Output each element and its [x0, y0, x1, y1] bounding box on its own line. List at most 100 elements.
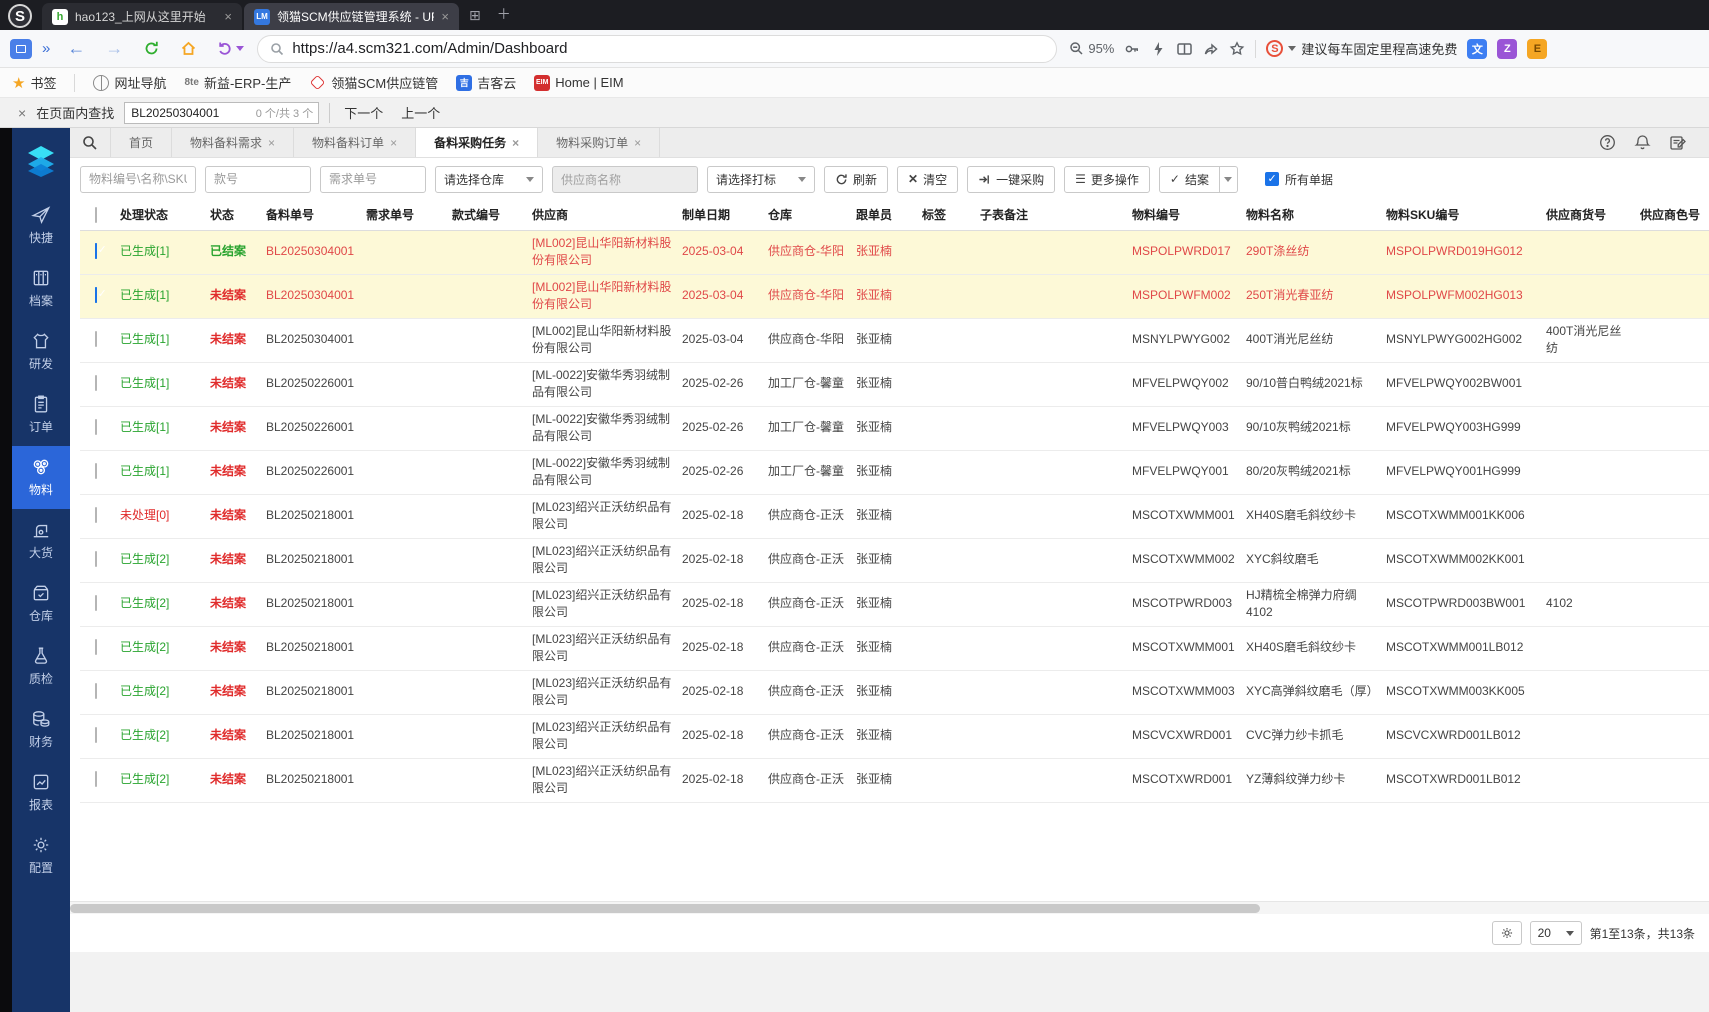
sidebar-item-zhijian[interactable]: 质检 — [12, 635, 70, 698]
row-checkbox[interactable] — [95, 243, 97, 260]
eim-extension-icon[interactable]: E — [1527, 38, 1548, 59]
extensions-chevron-icon[interactable]: » — [38, 40, 54, 57]
tab-close-icon[interactable]: × — [634, 136, 641, 150]
tab-close-icon[interactable]: × — [441, 9, 449, 24]
table-settings-button[interactable] — [1491, 921, 1522, 945]
table-row[interactable]: 已生成[1] 未结案 BL20250226001 [ML-0022]安徽华秀羽绒… — [80, 362, 1709, 407]
table-row[interactable]: 已生成[1] 未结案 BL20250304001 [ML002]昆山华阳新材料股… — [80, 274, 1709, 319]
row-checkbox[interactable] — [95, 595, 97, 612]
bookmark-lingmao[interactable]: 领猫SCM供应链管 — [309, 73, 438, 92]
all-docs-checkbox[interactable] — [1264, 172, 1279, 186]
app-tab-beiliao-dingdan[interactable]: 物料备料订单 × — [294, 128, 417, 157]
supplier-name-input[interactable]: 供应商名称 — [552, 165, 698, 193]
table-row[interactable]: 已生成[2] 未结案 BL20250218001 [ML023]绍兴正沃纺织品有… — [80, 714, 1709, 759]
refresh-button[interactable]: 刷新 — [824, 165, 889, 193]
style-no-input[interactable] — [205, 165, 311, 193]
bookmark-star[interactable]: ★ 书签 — [12, 73, 56, 92]
mini-window-icon[interactable] — [10, 38, 32, 59]
app-tab-beiliao-xuqiu[interactable]: 物料备料需求 × — [172, 128, 295, 157]
find-input[interactable]: BL20250304001 0 个/共 3 个 — [124, 101, 320, 124]
one-click-purchase-button[interactable]: 一键采购 — [967, 165, 1056, 193]
table-row[interactable]: 已生成[1] 未结案 BL20250304001 [ML002]昆山华阳新材料股… — [80, 318, 1709, 363]
table-row[interactable]: 已生成[2] 未结案 BL20250218001 [ML023]绍兴正沃纺织品有… — [80, 758, 1709, 803]
table-row[interactable]: 已生成[2] 未结案 BL20250218001 [ML023]绍兴正沃纺织品有… — [80, 538, 1709, 583]
scrollbar-thumb[interactable] — [70, 904, 1260, 913]
find-next-button[interactable]: 下一个 — [340, 103, 387, 122]
home-icon[interactable] — [173, 40, 204, 57]
forward-icon[interactable]: → — [98, 38, 130, 59]
sidebar-item-caiwu[interactable]: 财务 — [12, 698, 70, 761]
row-checkbox[interactable] — [95, 287, 97, 304]
bookmark-jikeyun[interactable]: 吉 吉客云 — [456, 73, 516, 92]
row-checkbox[interactable] — [95, 551, 97, 568]
translate-extension-icon[interactable]: 文 — [1467, 38, 1488, 59]
find-close-icon[interactable]: × — [18, 105, 26, 121]
zoom-control[interactable]: 95% — [1069, 41, 1114, 56]
row-checkbox[interactable] — [95, 639, 97, 656]
page-size-select[interactable]: 20 — [1529, 921, 1582, 945]
bookmark-erp[interactable]: 8te 新益-ERP-生产 — [184, 73, 291, 92]
browser-tab-scm[interactable]: LM 领猫SCM供应链管理系统 - UF × — [244, 3, 459, 30]
tab-close-icon[interactable]: × — [268, 136, 275, 150]
notification-bell-icon[interactable] — [1634, 134, 1651, 151]
row-checkbox[interactable] — [95, 727, 97, 744]
password-key-icon[interactable] — [1124, 41, 1140, 57]
all-docs-toggle[interactable]: 所有单据 — [1264, 171, 1333, 188]
horizontal-scrollbar[interactable] — [70, 901, 1709, 914]
tab-close-icon[interactable]: × — [224, 9, 232, 24]
sidebar-item-dingdan[interactable]: 订单 — [12, 383, 70, 446]
favorite-star-icon[interactable] — [1229, 40, 1245, 57]
sidebar-item-baobiao[interactable]: 报表 — [12, 761, 70, 824]
close-case-button[interactable]: ✓ 结案 — [1158, 165, 1220, 193]
lightning-icon[interactable] — [1150, 41, 1166, 57]
back-icon[interactable]: ← — [60, 38, 92, 59]
select-all-checkbox[interactable] — [95, 206, 97, 223]
tab-tools-icon[interactable]: ⊞ — [469, 7, 481, 24]
tag-select[interactable]: 请选择打标 — [707, 165, 815, 193]
row-checkbox[interactable] — [95, 683, 97, 700]
url-bar[interactable]: https://a4.scm321.com/Admin/Dashboard — [257, 34, 1058, 63]
sidebar-item-peizhi[interactable]: 配置 — [12, 824, 70, 887]
table-row[interactable]: 已生成[1] 已结案 BL20250304001 [ML002]昆山华阳新材料股… — [80, 230, 1709, 275]
row-checkbox[interactable] — [95, 331, 97, 348]
table-row[interactable]: 已生成[1] 未结案 BL20250226001 [ML-0022]安徽华秀羽绒… — [80, 406, 1709, 451]
tab-close-icon[interactable]: × — [512, 136, 519, 150]
find-prev-button[interactable]: 上一个 — [397, 103, 444, 122]
table-row[interactable]: 已生成[2] 未结案 BL20250218001 [ML023]绍兴正沃纺织品有… — [80, 582, 1709, 627]
tab-close-icon[interactable]: × — [390, 136, 397, 150]
form-edit-icon[interactable] — [1669, 134, 1687, 151]
bookmark-nav[interactable]: 网址导航 — [93, 73, 166, 92]
sogou-logo-icon[interactable]: S — [8, 4, 32, 28]
app-search-icon[interactable] — [70, 128, 110, 157]
row-checkbox[interactable] — [95, 375, 97, 392]
warehouse-select[interactable]: 请选择仓库 — [435, 165, 543, 193]
sidebar-item-wuliao[interactable]: 物料 — [12, 446, 70, 509]
clear-button[interactable]: ✕ 清空 — [897, 165, 959, 193]
app-tab-caigou-dingdan[interactable]: 物料采购订单 × — [538, 128, 661, 157]
table-row[interactable]: 已生成[1] 未结案 BL20250226001 [ML-0022]安徽华秀羽绒… — [80, 450, 1709, 495]
row-checkbox[interactable] — [95, 771, 97, 788]
row-checkbox[interactable] — [95, 419, 97, 436]
close-case-dropdown[interactable] — [1219, 165, 1238, 193]
sidebar-item-yanfa[interactable]: 研发 — [12, 320, 70, 383]
reader-book-icon[interactable] — [1176, 41, 1193, 57]
demand-no-input[interactable] — [320, 165, 426, 193]
material-search-input[interactable] — [80, 165, 196, 193]
sidebar-item-dahuo[interactable]: 大货 — [12, 509, 70, 572]
help-icon[interactable] — [1599, 134, 1616, 151]
app-tab-home[interactable]: 首页 — [110, 128, 173, 157]
suggestion-chip[interactable]: S 建议每车固定里程高速免费 — [1266, 39, 1457, 58]
sidebar-item-cangku[interactable]: 仓库 — [12, 572, 70, 635]
share-icon[interactable] — [1203, 41, 1219, 57]
reload-icon[interactable] — [136, 40, 167, 57]
table-row[interactable]: 未处理[0] 未结案 BL20250218001 [ML023]绍兴正沃纺织品有… — [80, 494, 1709, 539]
app-tab-caigou-renwu[interactable]: 备料采购任务 × — [416, 128, 539, 157]
row-checkbox[interactable] — [95, 463, 97, 480]
pen-extension-icon[interactable]: Z — [1497, 38, 1518, 59]
undo-history-icon[interactable] — [210, 40, 251, 57]
row-checkbox[interactable] — [95, 507, 97, 524]
table-row[interactable]: 已生成[2] 未结案 BL20250218001 [ML023]绍兴正沃纺织品有… — [80, 626, 1709, 671]
sidebar-item-kuaijie[interactable]: 快捷 — [12, 194, 70, 257]
browser-tab-hao123[interactable]: h hao123_上网从这里开始 × — [42, 3, 242, 30]
sidebar-item-dangan[interactable]: 档案 — [12, 257, 70, 320]
